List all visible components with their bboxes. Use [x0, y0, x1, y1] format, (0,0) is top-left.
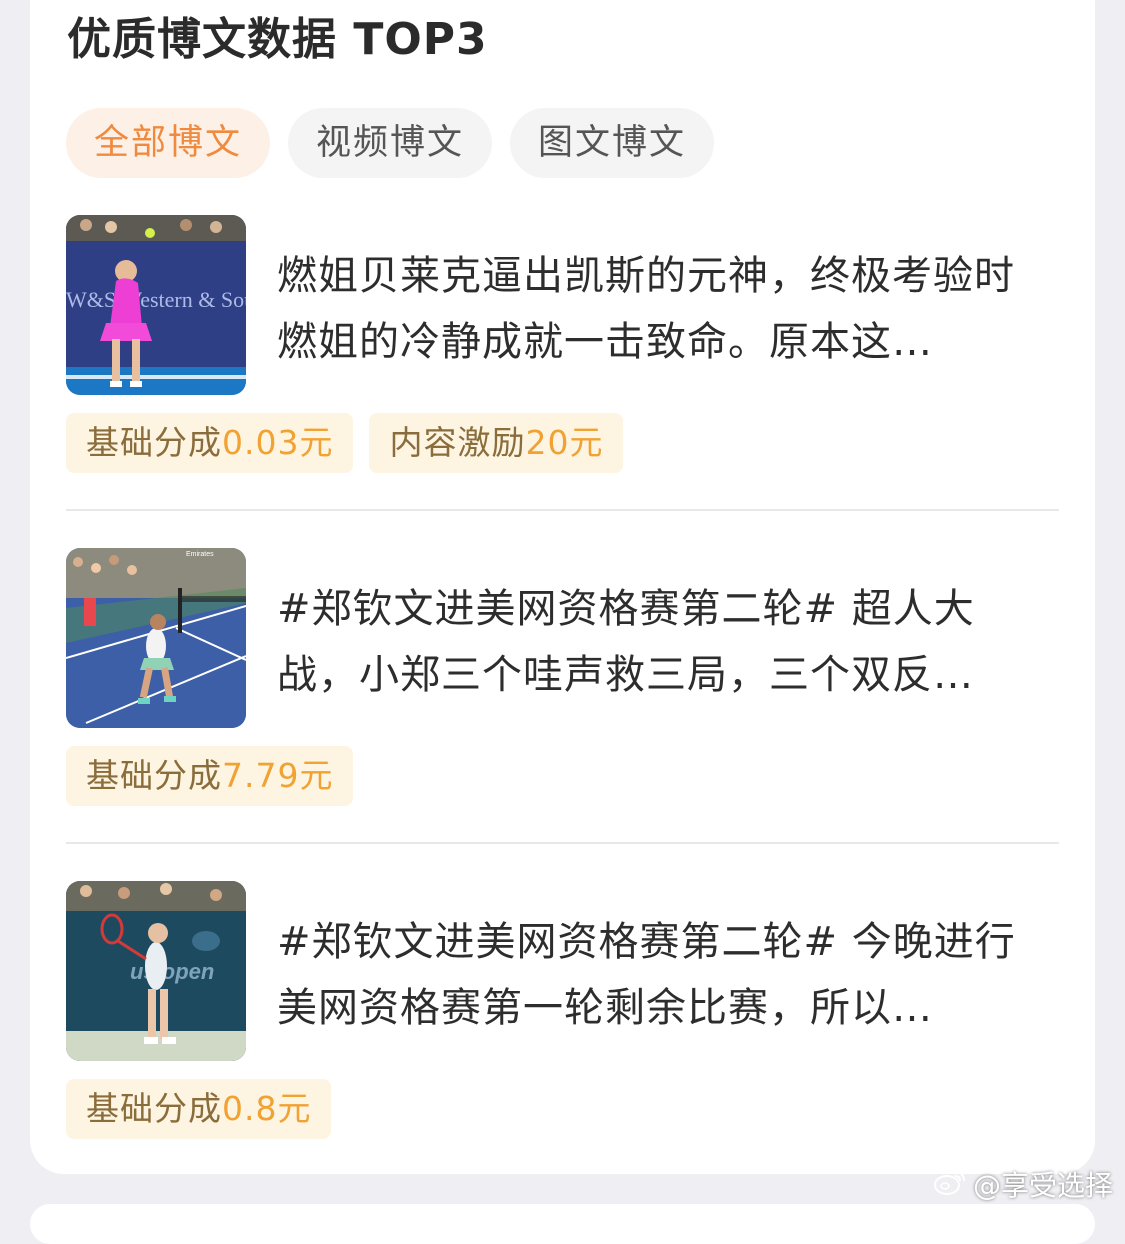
post-item-2[interactable]: Emirates #郑钦文进美网资格赛第二轮# 超人大战，小郑三个哇声救三局，三… [66, 548, 1060, 808]
post-text-1[interactable]: 燃姐贝莱克逼出凯斯的元神，终极考验时燃姐的冷静成就一击致命。原本这… [277, 243, 1047, 375]
svg-text:us open: us open [130, 959, 214, 984]
svg-text:W&S Western & Southern Financ: W&S Western & Southern Financial Group [66, 287, 246, 312]
tennis-player-thumbnail-icon: us open [66, 881, 246, 1061]
post-item-3[interactable]: us open #郑钦文进美网资格赛第二轮# 今晚进行美网资格赛第一轮剩余比赛，… [66, 881, 1060, 1141]
post-text-3[interactable]: #郑钦文进美网资格赛第二轮# 今晚进行美网资格赛第一轮剩余比赛，所以… [277, 909, 1047, 1041]
post-tags-3: 基础分成0.8元 [66, 1079, 347, 1139]
section-title: 优质博文数据 TOP3 [67, 14, 488, 65]
post-thumbnail-3[interactable]: us open [66, 881, 246, 1061]
post-thumbnail-2[interactable]: Emirates [66, 548, 246, 728]
tab-all-posts[interactable]: 全部博文 [66, 108, 270, 178]
tab-video-posts[interactable]: 视频博文 [288, 108, 492, 178]
post-thumbnail-1[interactable]: W&S Western & Southern Financial Group [66, 215, 246, 395]
divider [66, 842, 1059, 844]
revenue-share-tag: 基础分成0.03元 [66, 413, 354, 473]
watermark: @享受选择 [933, 1166, 1113, 1206]
tab-image-posts[interactable]: 图文博文 [510, 108, 714, 178]
post-tags-1: 基础分成0.03元 内容激励20元 [66, 413, 639, 473]
content-incentive-tag: 内容激励20元 [369, 413, 624, 473]
next-card [30, 1204, 1095, 1244]
revenue-share-tag: 基础分成7.79元 [66, 746, 354, 806]
tennis-player-thumbnail-icon: W&S Western & Southern Financial Group [66, 215, 246, 395]
post-text-2[interactable]: #郑钦文进美网资格赛第二轮# 超人大战，小郑三个哇声救三局，三个双反… [277, 576, 1047, 708]
revenue-share-tag: 基础分成0.8元 [66, 1079, 332, 1139]
post-item-1[interactable]: W&S Western & Southern Financial Group 燃… [66, 215, 1060, 475]
svg-text:Emirates: Emirates [186, 551, 214, 558]
post-tags-2: 基础分成7.79元 [66, 746, 369, 806]
weibo-icon [933, 1167, 967, 1207]
divider [66, 509, 1059, 511]
tennis-court-thumbnail-icon: Emirates [66, 548, 246, 728]
